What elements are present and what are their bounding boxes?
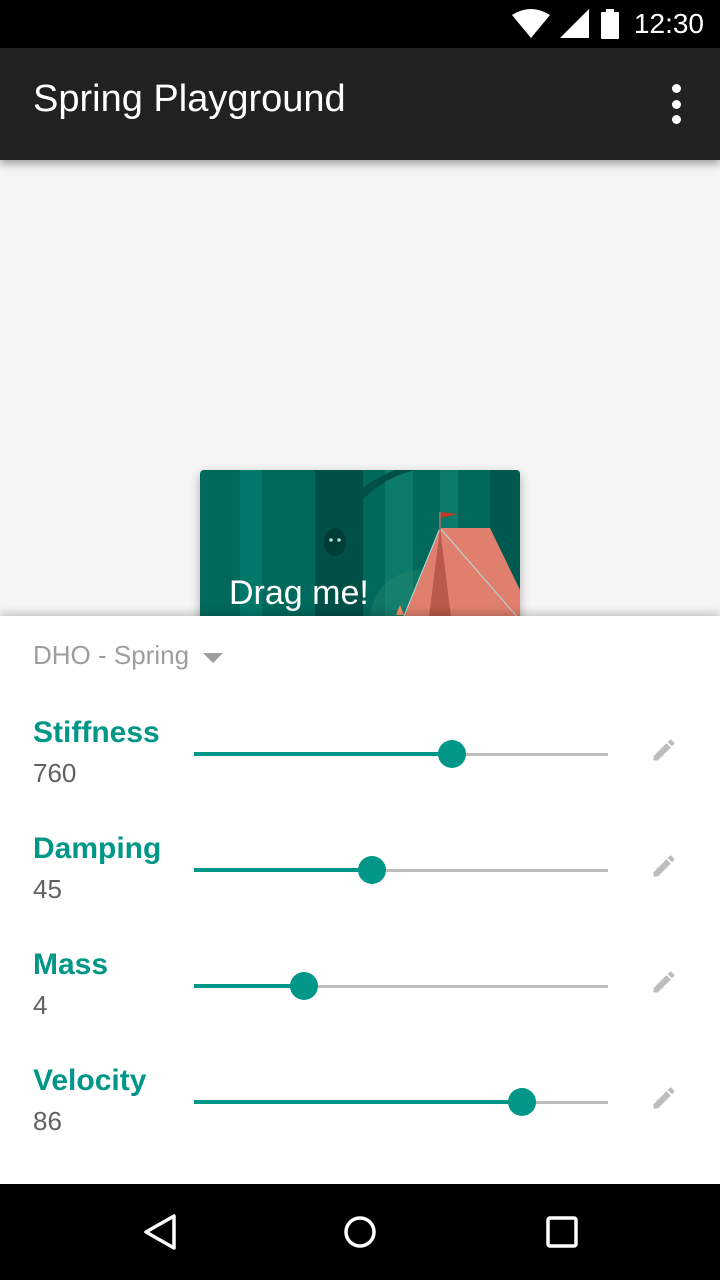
slider-fill: [194, 752, 452, 756]
spring-settings-panel: DHO - Spring Stiffness 760 Damping 45 Ma…: [0, 616, 720, 1184]
stiffness-row: Stiffness 760: [0, 716, 720, 816]
slider-thumb[interactable]: [508, 1088, 536, 1116]
back-icon[interactable]: [136, 1208, 184, 1256]
param-value: 86: [33, 1106, 62, 1136]
velocity-slider[interactable]: [194, 1084, 608, 1120]
spring-type-dropdown[interactable]: DHO - Spring: [33, 640, 224, 671]
status-time: 12:30: [633, 8, 704, 39]
recents-square-icon: [546, 1216, 578, 1248]
slider-thumb[interactable]: [438, 740, 466, 768]
overflow-dot: [671, 99, 681, 109]
slider-fill: [194, 1100, 522, 1104]
param-value: 4: [33, 990, 48, 1020]
edit-icon[interactable]: [650, 968, 678, 996]
arrow-drop-down-icon: [203, 652, 224, 663]
param-name: Mass: [33, 948, 109, 981]
recents-icon[interactable]: [538, 1208, 586, 1256]
home-circle-icon: [344, 1216, 376, 1248]
slider-fill: [194, 984, 304, 988]
home-icon[interactable]: [336, 1208, 384, 1256]
edit-icon[interactable]: [650, 736, 678, 764]
slider-fill: [194, 868, 372, 872]
app-bar: Spring Playground: [0, 48, 720, 160]
mass-slider[interactable]: [194, 968, 608, 1004]
param-value: 760: [33, 758, 77, 788]
more-vert-icon[interactable]: [660, 84, 692, 124]
battery-icon: [600, 9, 619, 39]
overflow-dot: [671, 84, 681, 93]
param-value: 45: [33, 874, 62, 904]
param-name: Damping: [33, 832, 162, 865]
status-icons: 12:30: [511, 0, 704, 48]
app-title: Spring Playground: [33, 78, 346, 120]
stiffness-slider[interactable]: [194, 736, 608, 772]
back-triangle-icon: [144, 1214, 176, 1250]
drag-card[interactable]: Drag me!: [200, 470, 520, 616]
param-name: Velocity: [33, 1064, 147, 1097]
edit-icon[interactable]: [650, 1084, 678, 1112]
wifi-icon: [511, 9, 550, 38]
param-name: Stiffness: [33, 716, 160, 749]
drag-card-label: Drag me!: [229, 574, 369, 612]
slider-thumb[interactable]: [358, 856, 386, 884]
overflow-dot: [671, 115, 681, 124]
navigation-bar: [0, 1184, 720, 1280]
spring-type-label: DHO - Spring: [33, 640, 190, 670]
mass-row: Mass 4: [0, 948, 720, 1048]
playground-canvas: Drag me!: [0, 160, 720, 616]
status-bar: 12:30: [0, 0, 720, 48]
edit-icon[interactable]: [650, 852, 678, 880]
velocity-row: Velocity 86: [0, 1064, 720, 1164]
cell-signal-icon: [559, 9, 589, 38]
slider-thumb[interactable]: [290, 972, 318, 1000]
damping-slider[interactable]: [194, 852, 608, 888]
damping-row: Damping 45: [0, 832, 720, 932]
